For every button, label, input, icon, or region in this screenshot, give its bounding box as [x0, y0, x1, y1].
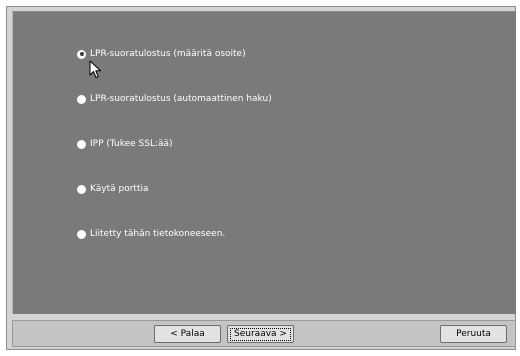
- button-bar: < Palaa Seuraava > Peruuta: [12, 320, 516, 347]
- option-label: LPR-suoratulostus (määritä osoite): [90, 49, 246, 59]
- option-local[interactable]: Liitetty tähän tietokoneeseen.: [77, 226, 225, 242]
- radio-icon[interactable]: [77, 94, 86, 104]
- back-button[interactable]: < Palaa: [154, 325, 221, 343]
- wizard-window: LPR-suoratulostus (määritä osoite) LPR-s…: [6, 6, 516, 350]
- back-button-label: < Palaa: [170, 329, 205, 339]
- option-lpr-auto[interactable]: LPR-suoratulostus (automaattinen haku): [77, 91, 272, 107]
- next-button-label: Seuraava >: [230, 327, 291, 341]
- cancel-button-label: Peruuta: [456, 329, 491, 339]
- option-label: IPP (Tukee SSL:ää): [90, 139, 173, 149]
- next-button[interactable]: Seuraava >: [227, 325, 294, 343]
- arrow-cursor-icon: [89, 60, 101, 78]
- radio-icon[interactable]: [77, 229, 86, 239]
- option-label: LPR-suoratulostus (automaattinen haku): [90, 94, 272, 104]
- radio-icon[interactable]: [77, 184, 86, 194]
- cancel-button[interactable]: Peruuta: [440, 325, 507, 343]
- option-ipp[interactable]: IPP (Tukee SSL:ää): [77, 136, 173, 152]
- option-use-port[interactable]: Käytä porttia: [77, 181, 148, 197]
- options-panel: LPR-suoratulostus (määritä osoite) LPR-s…: [12, 11, 516, 314]
- option-label: Käytä porttia: [90, 184, 149, 194]
- option-label: Liitetty tähän tietokoneeseen.: [90, 229, 226, 239]
- radio-icon[interactable]: [77, 139, 86, 149]
- radio-selected-icon[interactable]: [77, 49, 86, 59]
